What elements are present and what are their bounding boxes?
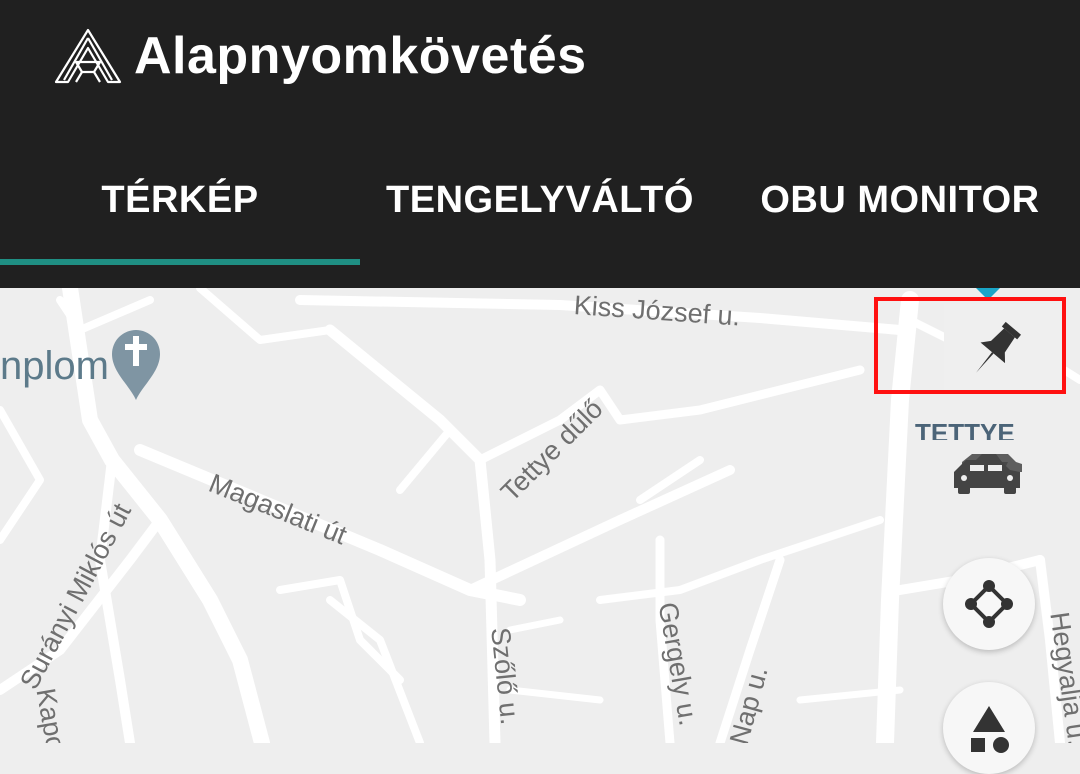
highlight-box: [874, 297, 1066, 394]
app-logo-icon: [54, 28, 122, 84]
shapes-icon: [971, 706, 1009, 753]
place-label: nplom: [0, 344, 109, 388]
church-marker-icon[interactable]: [108, 326, 164, 402]
selected-tab-indicator: [0, 259, 360, 265]
route-button[interactable]: [943, 558, 1035, 650]
app-bar: Alapnyomkövetés TÉRKÉP TENGELYVÁLTÓ OBU …: [0, 0, 1080, 288]
shapes-button[interactable]: [943, 682, 1035, 774]
app-title: Alapnyomkövetés: [134, 27, 587, 85]
tab-terkep[interactable]: TÉRKÉP: [0, 160, 360, 240]
tab-obu-monitor[interactable]: OBU MONITOR: [720, 160, 1080, 240]
polygon-nodes-icon: [965, 580, 1013, 628]
cars-icon[interactable]: [950, 452, 1028, 498]
tab-tengelyvalto[interactable]: TENGELYVÁLTÓ: [360, 160, 720, 240]
